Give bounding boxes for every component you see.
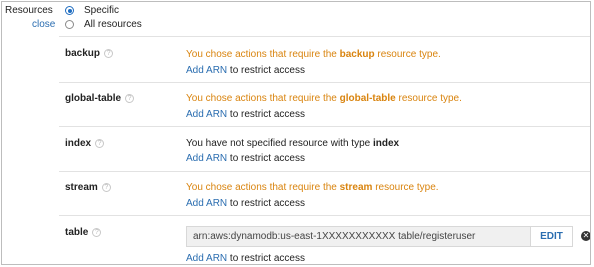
add-arn-suffix: to restrict access	[227, 109, 305, 120]
message-bold: global-table	[339, 93, 396, 104]
divider	[59, 82, 590, 83]
table-arn-field[interactable]: arn:aws:dynamodb:us-east-1XXXXXXXXXXX ta…	[186, 226, 531, 247]
index-message: You have not specified resource with typ…	[186, 138, 399, 149]
backup-warning-message: You chose actions that require the backu…	[186, 49, 441, 60]
close-link[interactable]: close	[32, 19, 55, 30]
add-arn-link[interactable]: Add ARN	[186, 253, 227, 264]
resource-type-name: stream	[65, 182, 98, 193]
add-arn-link[interactable]: Add ARN	[186, 153, 227, 164]
message-text: You have not specified resource with typ…	[186, 138, 373, 149]
table-add-arn: Add ARN to restrict access	[186, 253, 305, 264]
remove-icon[interactable]: ✕	[581, 231, 590, 241]
radio-all-resources-label: All resources	[84, 19, 142, 30]
global-table-add-arn: Add ARN to restrict access	[186, 109, 305, 120]
add-arn-link[interactable]: Add ARN	[186, 65, 227, 76]
radio-selected-icon[interactable]	[65, 6, 74, 15]
resource-type-table: table ?	[65, 227, 102, 238]
message-text: resource type.	[374, 49, 441, 60]
add-arn-suffix: to restrict access	[227, 153, 305, 164]
radio-specific[interactable]: Specific	[65, 5, 119, 16]
backup-add-arn: Add ARN to restrict access	[186, 65, 305, 76]
help-icon[interactable]: ?	[104, 49, 114, 58]
help-icon[interactable]: ?	[95, 139, 105, 148]
message-text: resource type.	[372, 182, 439, 193]
index-add-arn: Add ARN to restrict access	[186, 153, 305, 164]
stream-add-arn: Add ARN to restrict access	[186, 198, 305, 209]
add-arn-suffix: to restrict access	[227, 65, 305, 76]
resources-label: Resources	[5, 5, 53, 16]
message-bold: stream	[339, 182, 373, 193]
divider	[59, 171, 590, 172]
message-text: You chose actions that require the	[186, 49, 340, 60]
add-arn-link[interactable]: Add ARN	[186, 109, 227, 120]
message-bold: backup	[339, 49, 375, 60]
help-icon[interactable]: ?	[125, 94, 135, 103]
message-bold: index	[372, 138, 400, 149]
radio-specific-label: Specific	[84, 5, 120, 16]
message-text: You chose actions that require the	[186, 182, 340, 193]
divider	[59, 36, 590, 37]
resource-type-index: index ?	[65, 138, 105, 149]
global-table-warning-message: You chose actions that require the globa…	[186, 93, 462, 104]
help-icon[interactable]: ?	[92, 228, 102, 237]
resource-type-name: index	[65, 138, 92, 149]
resources-panel: Resources close Specific All resources b…	[1, 1, 591, 265]
resource-type-stream: stream ?	[65, 182, 111, 193]
add-arn-suffix: to restrict access	[227, 198, 305, 209]
help-icon[interactable]: ?	[101, 183, 111, 192]
add-arn-link[interactable]: Add ARN	[186, 198, 227, 209]
message-text: resource type.	[395, 93, 462, 104]
divider	[59, 215, 590, 216]
resource-type-name: global-table	[65, 93, 122, 104]
edit-button[interactable]: EDIT	[531, 226, 573, 247]
resource-type-name: table	[65, 227, 89, 238]
divider	[59, 126, 590, 127]
resource-type-name: backup	[65, 48, 101, 59]
stream-warning-message: You chose actions that require the strea…	[186, 182, 439, 193]
add-arn-suffix: to restrict access	[227, 253, 305, 264]
resource-type-global-table: global-table ?	[65, 93, 135, 104]
message-text: You chose actions that require the	[186, 93, 340, 104]
radio-all-resources[interactable]: All resources	[65, 19, 142, 30]
resource-type-backup: backup ?	[65, 48, 114, 59]
radio-unselected-icon[interactable]	[65, 20, 74, 29]
